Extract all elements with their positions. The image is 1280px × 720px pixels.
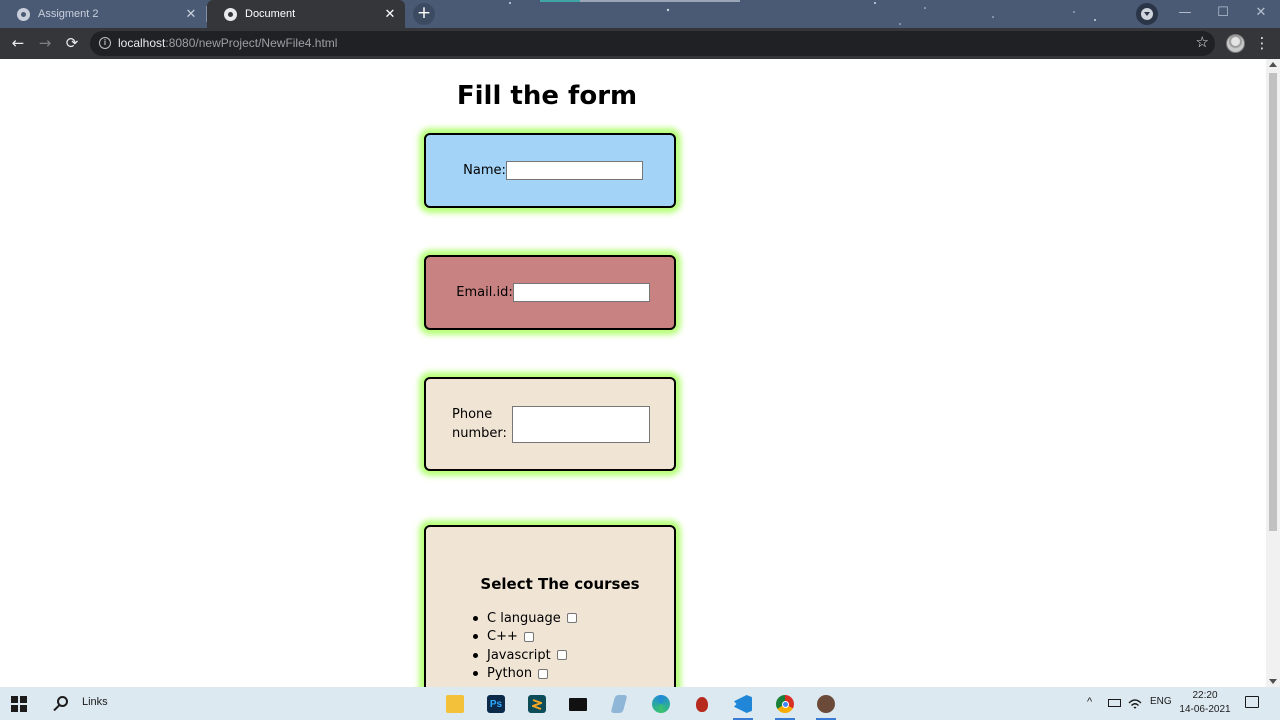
course-label: C++ <box>487 629 518 645</box>
course-checkbox[interactable] <box>566 613 577 624</box>
course-item-javascript: Javascript <box>487 646 577 665</box>
background-stars <box>509 2 1096 25</box>
minimize-button[interactable]: — <box>1166 0 1204 28</box>
maximize-button[interactable]: ☐ <box>1204 0 1242 28</box>
tab-title: Assigment 2 <box>38 8 99 20</box>
globe-icon <box>17 7 30 21</box>
page-viewport: Fill the form Name: Email.id: Phone numb… <box>0 59 1266 687</box>
search-icon[interactable] <box>52 695 70 713</box>
url-text: localhost:8080/newProject/NewFile4.html <box>118 36 337 50</box>
photoshop-icon[interactable]: Ps <box>483 691 509 717</box>
battery-icon[interactable] <box>1108 699 1121 707</box>
browser-menu-icon[interactable]: ⋮ <box>1254 32 1270 56</box>
sublime-text-icon[interactable] <box>524 691 550 717</box>
bookmark-star-icon[interactable]: ☆ <box>1196 33 1209 51</box>
course-checkbox[interactable] <box>538 668 549 679</box>
wifi-icon[interactable] <box>1128 697 1142 709</box>
phone-card: Phone number: <box>424 377 676 471</box>
window-close-button[interactable]: ✕ <box>1242 0 1280 28</box>
taskbar-clock[interactable]: 22:20 14-06-2021 <box>1176 689 1234 717</box>
app-icon[interactable] <box>813 691 839 720</box>
tab-title: Document <box>245 8 296 20</box>
tab-strip: Assigment 2 ✕ Document ✕ + — ☐ ✕ <box>0 0 1280 28</box>
course-item-cpp: C++ <box>487 628 577 647</box>
email-card: Email.id: <box>424 255 676 330</box>
notepad-icon[interactable] <box>606 691 632 717</box>
page-title: Fill the form <box>456 81 638 111</box>
name-label: Name: <box>463 163 506 178</box>
windows-start-icon[interactable] <box>11 696 27 712</box>
notification-icon[interactable] <box>1245 696 1259 708</box>
course-label: Python <box>487 666 533 682</box>
tab-assigment-2[interactable]: Assigment 2 ✕ <box>0 0 206 28</box>
tab-strip-highlight <box>540 0 740 2</box>
tab-document[interactable]: Document ✕ <box>207 0 405 28</box>
course-label: Javascript <box>487 647 551 663</box>
windows-taskbar: Links Ps ^ ENG 22:20 14-06-2021 <box>0 687 1280 720</box>
back-button[interactable]: ← <box>6 32 30 56</box>
edge-icon[interactable] <box>648 691 674 717</box>
courses-card: Select The courses C language C++ Javasc… <box>424 525 676 687</box>
reload-button[interactable]: ⟳ <box>60 32 84 56</box>
course-item-python: Python <box>487 665 577 684</box>
course-item-c: C language <box>487 609 577 628</box>
info-icon[interactable]: i <box>99 37 111 49</box>
file-explorer-icon[interactable] <box>442 691 468 717</box>
courses-list: C language C++ Javascript Python <box>487 609 577 683</box>
courses-heading: Select The courses <box>480 575 640 593</box>
course-checkbox[interactable] <box>523 631 534 642</box>
forward-button[interactable]: → <box>33 32 57 56</box>
close-icon[interactable]: ✕ <box>182 7 200 22</box>
course-checkbox[interactable] <box>556 650 567 661</box>
chevron-up-icon[interactable]: ^ <box>1087 696 1092 708</box>
close-icon[interactable]: ✕ <box>381 7 399 22</box>
phone-label: Phone number: <box>452 407 507 441</box>
page-scrollbar[interactable] <box>1266 59 1280 687</box>
clock-time: 22:20 <box>1192 690 1218 701</box>
browser-toolbar: ← → ⟳ i localhost:8080/newProject/NewFil… <box>0 28 1280 59</box>
scroll-up-icon[interactable] <box>1269 62 1277 67</box>
new-tab-button[interactable]: + <box>413 3 435 25</box>
name-card: Name: <box>424 133 676 208</box>
vscode-icon[interactable] <box>730 691 756 720</box>
tab-search-button[interactable] <box>1136 3 1158 25</box>
scroll-down-icon[interactable] <box>1269 679 1277 684</box>
globe-icon <box>224 7 237 21</box>
scrollbar-thumb[interactable] <box>1269 73 1277 531</box>
language-indicator[interactable]: ENG <box>1150 696 1172 707</box>
course-label: C language <box>487 610 561 626</box>
taskbar-search-label[interactable]: Links <box>82 696 108 708</box>
email-label: Email.id: <box>456 285 513 300</box>
url-host: localhost <box>118 36 166 50</box>
profile-avatar[interactable] <box>1226 34 1245 53</box>
bug-app-icon[interactable] <box>689 691 715 717</box>
address-bar[interactable]: i localhost:8080/newProject/NewFile4.htm… <box>90 31 1215 56</box>
terminal-icon[interactable] <box>565 691 591 717</box>
clock-date: 14-06-2021 <box>1179 704 1231 715</box>
name-input[interactable] <box>505 161 643 180</box>
url-path: :8080/newProject/NewFile4.html <box>165 36 338 50</box>
phone-input[interactable] <box>512 405 650 443</box>
chrome-icon[interactable] <box>772 691 798 720</box>
email-input[interactable] <box>512 283 650 302</box>
